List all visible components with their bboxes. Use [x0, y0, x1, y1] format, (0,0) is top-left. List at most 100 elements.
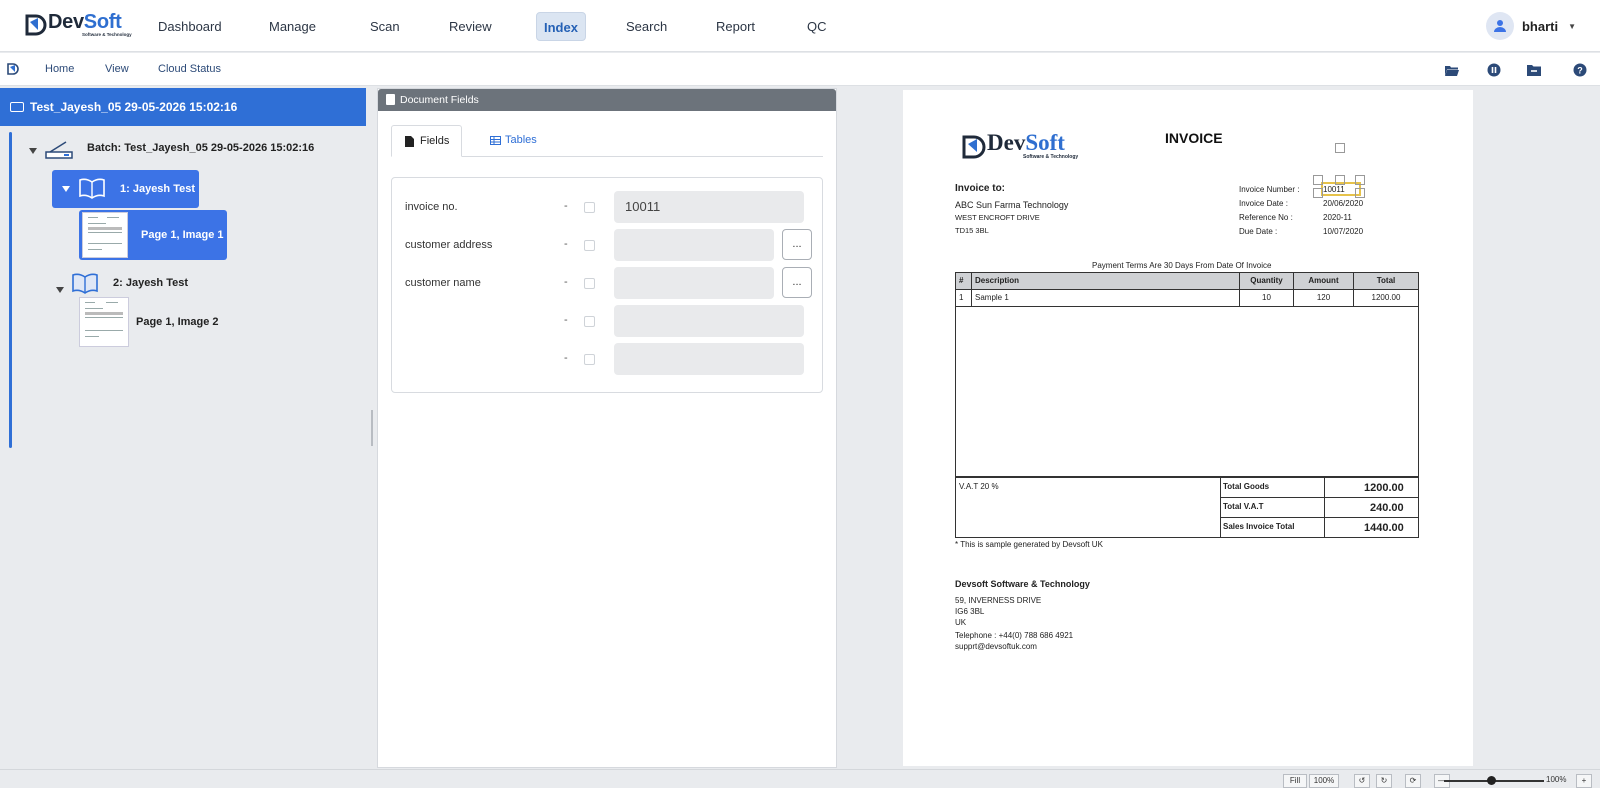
- selection-handle[interactable]: [1313, 175, 1323, 185]
- document-viewer[interactable]: DevSoft Software & Technology INVOICE In…: [841, 88, 1600, 768]
- page-node-2[interactable]: Page 1, Image 2: [136, 316, 219, 328]
- pause-circle-icon[interactable]: [1486, 62, 1502, 78]
- zoom-slider-handle[interactable]: [1487, 776, 1496, 785]
- selection-handle[interactable]: [1355, 188, 1365, 198]
- customer-name-more-button[interactable]: ...: [782, 267, 812, 298]
- customer-address-input[interactable]: [614, 229, 774, 261]
- invoice-logo-icon: [962, 135, 986, 159]
- table-cell: 1: [956, 290, 972, 307]
- page-thumbnail: [82, 212, 128, 258]
- field-dash: -: [564, 314, 568, 326]
- meta-key: Due Date :: [1239, 227, 1278, 236]
- vat-label: V.A.T 20 %: [959, 482, 999, 491]
- field-dash: -: [564, 238, 568, 250]
- column-header: Quantity: [1240, 273, 1294, 290]
- scanner-icon: [10, 102, 24, 112]
- document-node-2[interactable]: 2: Jayesh Test: [113, 277, 188, 289]
- tab-fields[interactable]: Fields: [391, 125, 463, 157]
- items-table: # Description Quantity Amount Total 1 Sa…: [955, 272, 1419, 477]
- column-header: Description: [972, 273, 1240, 290]
- field-input[interactable]: [614, 305, 804, 337]
- nav-dashboard[interactable]: Dashboard: [151, 12, 229, 41]
- selection-handle[interactable]: [1335, 175, 1345, 185]
- user-menu[interactable]: bharti ▼: [1485, 12, 1576, 40]
- invoice-no-input[interactable]: 10011: [614, 191, 804, 223]
- table-cell: Sample 1: [972, 290, 1240, 307]
- panel-splitter[interactable]: [371, 410, 373, 446]
- nav-scan[interactable]: Scan: [363, 12, 407, 41]
- collapse-toggle-icon[interactable]: [29, 148, 37, 154]
- user-avatar-icon: [1485, 12, 1514, 40]
- devsoft-logo[interactable]: DevSoft Software & Technology: [24, 11, 134, 38]
- page-node-1[interactable]: Page 1, Image 1: [79, 210, 227, 260]
- batch-header[interactable]: Test_Jayesh_05 29-05-2026 15:02:16: [0, 88, 366, 126]
- total-key: Sales Invoice Total: [1223, 522, 1295, 531]
- subnav-cloud-status[interactable]: Cloud Status: [158, 63, 221, 75]
- logo-mark-icon: [25, 14, 47, 36]
- invoice-to-line: TD15 3BL: [955, 226, 989, 235]
- batch-tree-panel: Test_Jayesh_05 29-05-2026 15:02:16 Batch…: [0, 88, 367, 768]
- zoom-level: 100%: [1546, 775, 1567, 784]
- document-node-1[interactable]: 1: Jayesh Test: [52, 170, 199, 208]
- totals-table: V.A.T 20 % Total Goods 1200.00 Total V.A…: [955, 476, 1419, 538]
- chevron-down-icon: ▼: [1568, 21, 1576, 31]
- nav-report[interactable]: Report: [709, 12, 762, 41]
- scanner-batch-icon: [45, 141, 73, 159]
- tree-indicator: [9, 132, 12, 448]
- batch-label[interactable]: Batch: Test_Jayesh_05 29-05-2026 15:02:1…: [87, 142, 314, 154]
- customer-address-more-button[interactable]: ...: [782, 229, 812, 260]
- invoice-note: * This is sample generated by Devsoft UK: [955, 540, 1103, 549]
- folder-open-icon[interactable]: [1444, 62, 1460, 78]
- meta-key: Invoice Number :: [1239, 185, 1300, 194]
- nav-index[interactable]: Index: [536, 12, 586, 41]
- svg-text:?: ?: [1577, 66, 1583, 76]
- nav-review[interactable]: Review: [442, 12, 499, 41]
- field-row: customer address - ...: [392, 229, 824, 261]
- nav-search[interactable]: Search: [619, 12, 674, 41]
- invoice-to-line: ABC Sun Farma Technology: [955, 200, 1069, 210]
- field-label: invoice no.: [405, 201, 458, 213]
- field-input[interactable]: [614, 343, 804, 375]
- help-icon[interactable]: ?: [1572, 62, 1588, 78]
- subnav-home[interactable]: Home: [45, 63, 74, 75]
- meta-value: 2020-11: [1323, 213, 1352, 222]
- fields-form: invoice no. - 10011 customer address - .…: [391, 177, 823, 393]
- page-thumbnail[interactable]: [79, 297, 129, 347]
- field-checkbox[interactable]: [584, 316, 595, 327]
- total-value: 240.00: [1370, 502, 1404, 514]
- app-icon[interactable]: [6, 62, 20, 76]
- invoice-logo-tagline: Software & Technology: [1023, 154, 1079, 160]
- fill-button[interactable]: Fill: [1283, 774, 1307, 788]
- nav-manage[interactable]: Manage: [262, 12, 323, 41]
- meta-key: Reference No :: [1239, 213, 1293, 222]
- document-icon: [386, 94, 395, 105]
- rotate-right-icon[interactable]: ↻: [1376, 774, 1392, 788]
- viewer-statusbar: Fill 100% ↺ ↻ ⟳ — 100% +: [0, 769, 1600, 788]
- selection-handle[interactable]: [1335, 143, 1345, 153]
- table-icon: [490, 136, 501, 145]
- field-dash: -: [564, 200, 568, 212]
- folder-minus-icon[interactable]: [1526, 62, 1542, 78]
- total-key: Total V.A.T: [1223, 502, 1264, 511]
- selection-handle[interactable]: [1355, 175, 1365, 185]
- zoom-100-button[interactable]: 100%: [1309, 774, 1339, 788]
- document-icon: [405, 136, 414, 147]
- tab-tables[interactable]: Tables: [477, 125, 549, 157]
- refresh-icon[interactable]: ⟳: [1405, 774, 1421, 788]
- field-row: -: [392, 343, 824, 375]
- field-checkbox[interactable]: [584, 278, 595, 289]
- nav-qc[interactable]: QC: [800, 12, 834, 41]
- rotate-left-icon[interactable]: ↺: [1354, 774, 1370, 788]
- customer-name-input[interactable]: [614, 267, 774, 299]
- collapse-toggle-icon[interactable]: [62, 186, 70, 192]
- address-line: IG6 3BL: [955, 607, 985, 616]
- field-checkbox[interactable]: [584, 354, 595, 365]
- field-checkbox[interactable]: [584, 202, 595, 213]
- zoom-in-button[interactable]: +: [1576, 774, 1592, 788]
- collapse-toggle-icon[interactable]: [56, 287, 64, 293]
- invoice-page[interactable]: DevSoft Software & Technology INVOICE In…: [903, 90, 1473, 766]
- field-checkbox[interactable]: [584, 240, 595, 251]
- selection-handle[interactable]: [1313, 188, 1323, 198]
- field-row: customer name - ...: [392, 267, 824, 299]
- subnav-view[interactable]: View: [105, 63, 129, 75]
